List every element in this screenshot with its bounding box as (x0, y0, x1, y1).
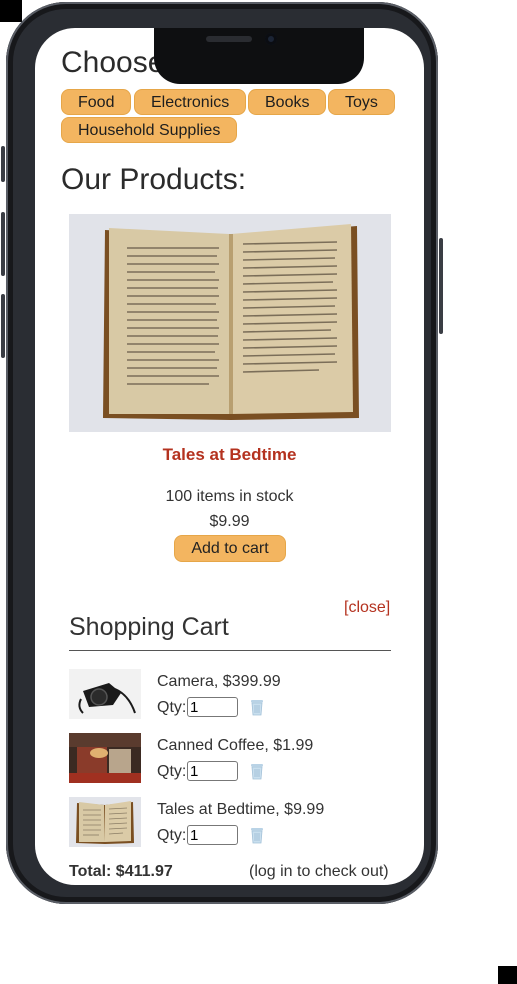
book-thumbnail (69, 797, 141, 847)
backdrop-corner-bottom (498, 966, 517, 984)
phone-side-button-2 (1, 212, 5, 276)
category-household-button[interactable]: Household Supplies (61, 117, 238, 143)
phone-screen: Choose a Category: Food Electronics Book… (35, 28, 424, 885)
phone-side-button-3 (1, 294, 5, 358)
phone-side-button-1 (1, 146, 5, 182)
qty-input[interactable] (187, 761, 238, 781)
trash-icon[interactable] (247, 697, 267, 717)
coffee-thumbnail (69, 733, 141, 783)
speaker-icon (206, 36, 252, 42)
category-toys-button[interactable]: Toys (328, 89, 395, 115)
product-image-book[interactable] (69, 214, 391, 432)
trash-icon[interactable] (247, 825, 267, 845)
qty-input[interactable] (187, 825, 238, 845)
backdrop-corner-top (0, 0, 22, 22)
product-stock: 100 items in stock (165, 488, 294, 505)
cart-divider (69, 650, 391, 651)
cart-item: Tales at Bedtime, $9.99 Qty: (69, 797, 399, 851)
category-electronics-button[interactable]: Electronics (134, 89, 247, 115)
phone-frame: Choose a Category: Food Electronics Book… (1, 2, 443, 904)
qty-label: Qty: (157, 827, 187, 844)
cart-item-label: Camera, $399.99 (157, 673, 281, 690)
products-heading: Our Products: (61, 163, 247, 196)
checkout-login-link[interactable]: (log in to check out) (249, 863, 389, 881)
cart-total: Total: $411.97 (69, 863, 173, 880)
phone-notch (154, 28, 364, 84)
category-books-button[interactable]: Books (248, 89, 327, 115)
cart-item-label: Tales at Bedtime, $9.99 (157, 801, 325, 818)
qty-input[interactable] (187, 697, 238, 717)
cart-title: Shopping Cart (69, 613, 229, 641)
front-camera-icon (265, 33, 277, 45)
category-food-button[interactable]: Food (61, 89, 132, 115)
product-price: $9.99 (209, 513, 250, 530)
product-name[interactable]: Tales at Bedtime (35, 445, 424, 465)
qty-label: Qty: (157, 763, 187, 780)
qty-label: Qty: (157, 699, 187, 716)
trash-icon[interactable] (247, 761, 267, 781)
cart-item: Canned Coffee, $1.99 Qty: (69, 733, 399, 787)
page-content: Choose a Category: Food Electronics Book… (35, 28, 424, 885)
phone-power-button (439, 238, 443, 334)
cart-close-link[interactable]: [close] (344, 599, 390, 617)
cart-item-label: Canned Coffee, $1.99 (157, 737, 314, 754)
camera-thumbnail (69, 669, 141, 719)
add-to-cart-button[interactable]: Add to cart (174, 535, 286, 562)
cart-item: Camera, $399.99 Qty: (69, 669, 399, 723)
